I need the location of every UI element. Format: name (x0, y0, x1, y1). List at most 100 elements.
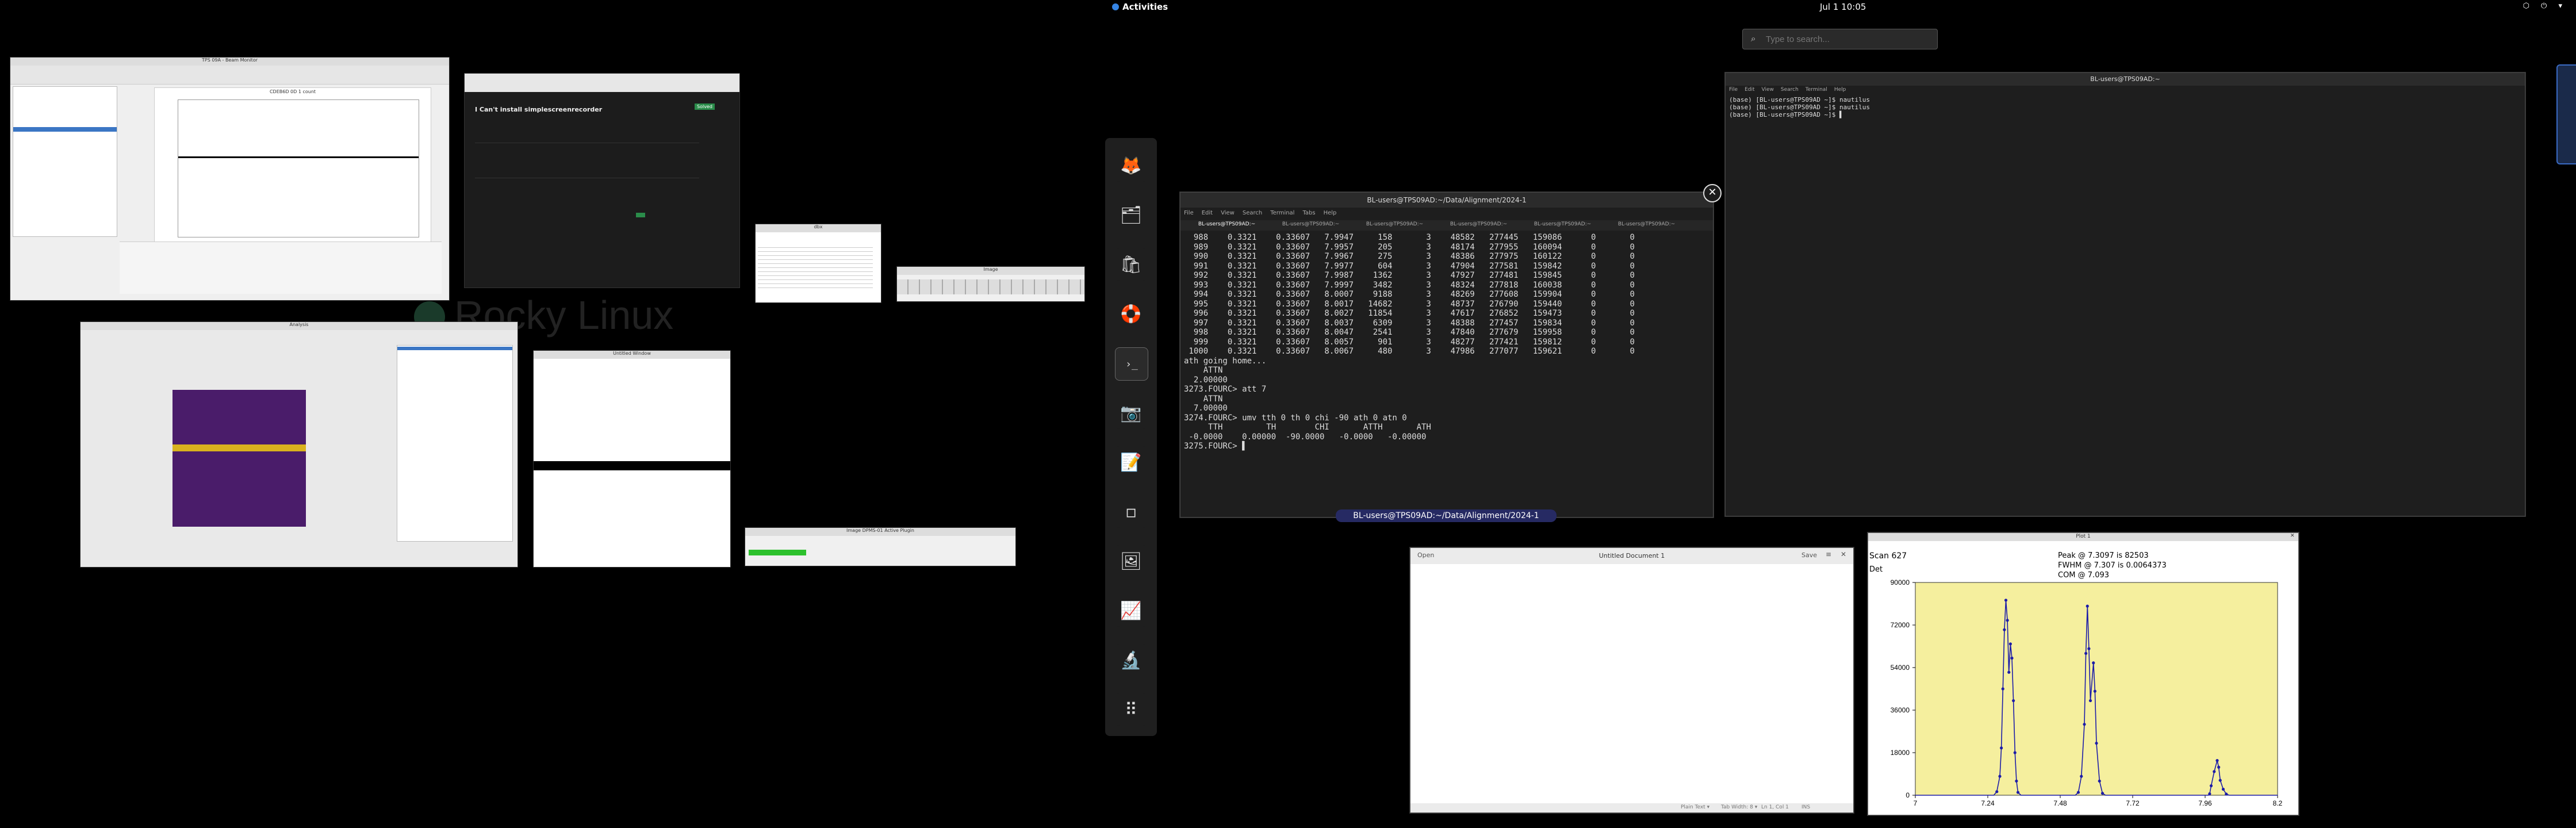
y-tick-label: 36000 (1891, 706, 1910, 714)
search-box[interactable]: ⌕ (1742, 29, 1938, 49)
blank-app-icon[interactable]: ▫ (1115, 496, 1147, 528)
screenshot-icon[interactable]: 📷 (1115, 397, 1147, 429)
editor-title: Untitled Document 1 (1598, 552, 1665, 559)
terminal-line: 3273.FOURC> att 7 (1184, 385, 1267, 394)
terminal-tab[interactable]: BL-users@TPS09AD:~ (1521, 221, 1604, 229)
menu-item-file[interactable]: File (1184, 210, 1194, 216)
terminal-line: ATTN (1184, 394, 1223, 404)
menu-item-view[interactable]: View (1762, 87, 1774, 93)
terminal-tab[interactable]: BL-users@TPS09AD:~ (1437, 221, 1520, 229)
terminal-line: 993 0.3321 0.33607 7.9997 3482 3 48324 2… (1184, 280, 1635, 290)
menu-item-search[interactable]: Search (1243, 210, 1262, 216)
scan-plot-window[interactable]: Plot 1 ✕ Scan 627 Det Peak @ 7.3097 is 8… (1868, 532, 2299, 815)
chart-app-icon[interactable]: 📈 (1115, 595, 1147, 627)
forum-title: I Can't install simplescreenrecorder (475, 106, 603, 113)
menu-item-tabs[interactable]: Tabs (1302, 210, 1315, 216)
window-titlebar: BL-users@TPS09AD:~/Data/Alignment/2024-1 (1180, 193, 1713, 208)
menu-item-help[interactable]: Help (1834, 87, 1846, 93)
menu-item-file[interactable]: File (1729, 87, 1738, 93)
clock[interactable]: Jul 1 10:05 (1820, 2, 1866, 12)
terminal-tab[interactable]: BL-users@TPS09AD:~ (1605, 221, 1688, 229)
terminal-line: 995 0.3321 0.33607 8.0017 14682 3 48737 … (1184, 299, 1635, 309)
edge-window-sliver[interactable] (2556, 64, 2576, 164)
search-input[interactable] (1765, 33, 1928, 45)
viewer-window[interactable]: Analysis (80, 322, 518, 567)
menu-item-edit[interactable]: Edit (1745, 87, 1754, 93)
data-point (2086, 604, 2089, 608)
data-point (2084, 651, 2088, 655)
right-terminal-window[interactable]: BL-users@TPS09AD:~ File Edit View Search Ter… (1725, 72, 2525, 516)
firefox-icon[interactable]: 🦊 (1115, 150, 1147, 182)
status-item[interactable]: Plain Text ▾ (1681, 804, 1709, 810)
terminal-icon[interactable]: ›_ (1115, 347, 1148, 381)
close-icon[interactable]: ✕ (1841, 550, 1846, 558)
menu-item-terminal[interactable]: Terminal (1805, 87, 1827, 93)
data-point (2010, 656, 2014, 660)
top-bar: Activities Jul 1 10:05 ⬡ ⏻ ▾ (1104, 0, 2576, 15)
data-point (2004, 599, 2008, 602)
terminal-tab[interactable]: BL-users@TPS09AD:~ (1353, 221, 1436, 229)
terminal-output[interactable]: 988 0.3321 0.33607 7.9947 158 3 48582 27… (1184, 233, 1709, 513)
help-icon[interactable]: 🛟 (1115, 298, 1147, 330)
app-grid-icon[interactable]: ⠿ (1115, 693, 1147, 726)
data-point (2013, 751, 2017, 754)
menu-item-edit[interactable]: Edit (1202, 210, 1213, 216)
save-button[interactable]: Save (1801, 551, 1817, 559)
data-point (2015, 779, 2018, 783)
dbx-window[interactable]: dbx (756, 224, 881, 302)
editor-textarea[interactable] (1410, 564, 1853, 797)
browser-chrome (465, 74, 739, 92)
toolbar (10, 66, 449, 85)
data-point (2100, 792, 2104, 795)
status-bar: Plain Text ▾ Tab Width: 8 ▾ Ln 1, Col 1 INS (1410, 803, 1853, 812)
terminal-line: 1000 0.3321 0.33607 8.0067 480 3 47986 2… (1184, 347, 1635, 356)
terminal-output[interactable]: (base) [BL-users@TPS09AD ~]$ nautilus (ba… (1729, 96, 2517, 510)
spec-close-button[interactable]: ✕ (1703, 184, 1722, 202)
text-editor-window[interactable]: Open Untitled Document 1 Save ≡ ✕ Plain … (1410, 547, 1854, 813)
search-icon: ⌕ (1751, 33, 1756, 44)
menu-item-terminal[interactable]: Terminal (1270, 210, 1294, 216)
terminal-line: 7.00000 (1184, 404, 1228, 413)
data-point (1998, 775, 2002, 778)
plugin-window[interactable]: Image DPMS-01 Active Plugin (745, 528, 1015, 566)
scan-chart[interactable]: 0 18000 36000 54000 72000 90000 7 7.24 7.48 7.72 7… (1868, 533, 2298, 815)
data-point (2001, 687, 2004, 691)
data-point (1995, 790, 1999, 793)
untitled-window[interactable]: Untitled Window (534, 351, 730, 567)
terminal-line: 3275.FOURC> ▌ (1184, 442, 1247, 451)
data-point (2225, 792, 2228, 796)
data-point (2092, 661, 2095, 665)
forum-browser-window[interactable]: I Can't install simplescreenrecorder Sol… (465, 74, 739, 288)
data-point (2007, 670, 2011, 674)
microscope-icon[interactable]: 🔬 (1115, 644, 1147, 676)
terminal-line: ath going home... (1184, 356, 1267, 366)
terminal-tab[interactable]: BL-users@TPS09AD:~ (1185, 221, 1268, 229)
x-tick-label: 7.72 (2126, 799, 2140, 807)
files-icon[interactable]: 🗂 (1115, 199, 1147, 231)
activities-button[interactable]: Activities (1112, 2, 1168, 12)
menu-item-search[interactable]: Search (1781, 87, 1799, 93)
image-app-icon[interactable]: 🖼 (1115, 545, 1147, 577)
data-point (2006, 619, 2009, 622)
terminal-line: 989 0.3321 0.33607 7.9957 205 3 48174 27… (1184, 242, 1635, 252)
image-toolbar (897, 279, 1084, 294)
data-point (2083, 723, 2086, 726)
terminal-tab[interactable]: BL-users@TPS09AD:~ (1269, 221, 1352, 229)
menu-item-help[interactable]: Help (1324, 210, 1337, 216)
menu-icon[interactable]: ≡ (1826, 550, 1831, 558)
terminal-line: (base) [BL-users@TPS09AD ~]$ nautilus (1729, 103, 1870, 111)
terminal-line: 996 0.3321 0.33607 8.0027 11854 3 47617 … (1184, 309, 1635, 318)
image-window[interactable]: Image (897, 267, 1084, 301)
text-editor-icon[interactable]: 📝 (1115, 446, 1147, 478)
software-icon[interactable]: 🛍 (1115, 248, 1147, 281)
editor-headerbar: Open Untitled Document 1 Save ≡ ✕ (1410, 548, 1853, 565)
status-item[interactable]: Tab Width: 8 ▾ (1721, 804, 1757, 810)
data-point (2098, 779, 2101, 783)
menu-item-view[interactable]: View (1221, 210, 1235, 216)
x-tick-label: 7.48 (2053, 799, 2067, 807)
data-point (2215, 759, 2219, 762)
beam-monitor-window[interactable]: TPS 09A - Beam Monitor CDEB6D 0D 1 count (10, 57, 449, 300)
menu-bar: File Edit View Search Terminal Help (1729, 87, 1853, 95)
spec-terminal-window[interactable]: BL-users@TPS09AD:~/Data/Alignment/2024-1… (1180, 192, 1713, 518)
system-menu[interactable]: ⬡ ⏻ ▾ (2523, 2, 2567, 10)
